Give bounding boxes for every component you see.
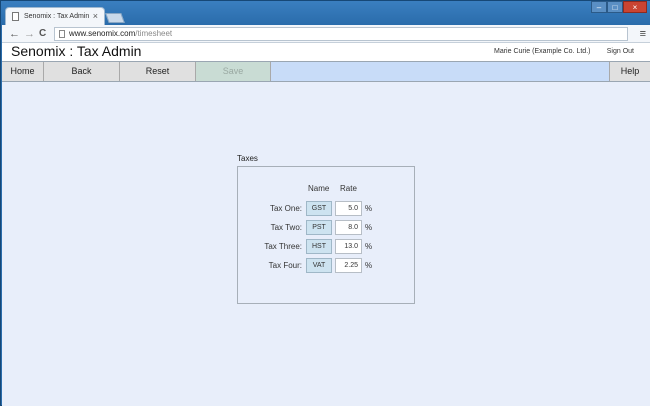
minimize-icon[interactable]: – <box>591 1 607 13</box>
browser-tab[interactable]: Senomix : Tax Admin × <box>5 7 105 25</box>
main-content: Taxes Name Rate Tax One: GST 5.0 % Tax T… <box>2 82 650 406</box>
forward-arrow-icon[interactable]: → <box>24 27 35 41</box>
browser-window: Senomix : Tax Admin × – □ × ← → C www.se… <box>0 0 650 406</box>
back-button[interactable]: Back <box>44 62 120 81</box>
url-domain: www.senomix.com <box>69 29 136 38</box>
close-tab-icon[interactable]: × <box>93 11 98 21</box>
menu-icon[interactable]: ≡ <box>640 27 646 41</box>
app-header: Senomix : Tax Admin Marie Curie (Example… <box>2 43 650 61</box>
tax-rate-input[interactable]: 8.0 <box>335 220 362 235</box>
sign-out-link[interactable]: Sign Out <box>607 46 634 58</box>
new-tab-button[interactable] <box>105 13 125 23</box>
name-column-header: Name <box>308 184 330 193</box>
save-button[interactable]: Save <box>196 62 271 81</box>
rate-column-header: Rate <box>340 184 357 193</box>
percent-sign: % <box>365 204 373 213</box>
tax-row-label: Tax Three: <box>264 242 302 251</box>
percent-sign: % <box>365 242 373 251</box>
address-bar[interactable]: www.senomix.com/timesheet <box>54 27 628 41</box>
reload-icon[interactable]: C <box>39 27 46 41</box>
tax-name-field[interactable]: PST <box>306 220 332 235</box>
tax-name-field[interactable]: GST <box>306 201 332 216</box>
tax-row-label: Tax One: <box>269 204 302 213</box>
page-icon <box>12 12 19 21</box>
percent-sign: % <box>365 223 373 232</box>
user-info: Marie Curie (Example Co. Ltd.) <box>494 48 591 55</box>
tab-strip: Senomix : Tax Admin × – □ × <box>1 1 650 25</box>
reset-button[interactable]: Reset <box>120 62 196 81</box>
maximize-icon[interactable]: □ <box>607 1 623 13</box>
page-title: Senomix : Tax Admin <box>11 43 142 59</box>
tax-rate-input[interactable]: 13.0 <box>335 239 362 254</box>
tab-title: Senomix : Tax Admin <box>24 13 90 20</box>
tax-row-label: Tax Two: <box>270 223 302 232</box>
tax-name-field[interactable]: HST <box>306 239 332 254</box>
app-nav-bar: Home Back Reset Save Help <box>2 61 650 82</box>
browser-toolbar: ← → C www.senomix.com/timesheet ≡ <box>2 25 650 43</box>
taxes-panel: Name Rate Tax One: GST 5.0 % Tax Two: PS… <box>237 166 415 304</box>
page-info-icon <box>59 30 65 38</box>
tax-row-label: Tax Four: <box>268 261 302 270</box>
back-arrow-icon[interactable]: ← <box>9 27 20 41</box>
tax-name-field[interactable]: VAT <box>306 258 332 273</box>
help-button[interactable]: Help <box>609 62 650 81</box>
tax-rate-input[interactable]: 5.0 <box>335 201 362 216</box>
section-title: Taxes <box>237 154 258 163</box>
tax-rate-input[interactable]: 2.25 <box>335 258 362 273</box>
url-path: /timesheet <box>135 29 173 38</box>
home-button[interactable]: Home <box>2 62 44 81</box>
close-window-icon[interactable]: × <box>623 1 647 13</box>
percent-sign: % <box>365 261 373 270</box>
window-controls: – □ × <box>591 1 647 13</box>
